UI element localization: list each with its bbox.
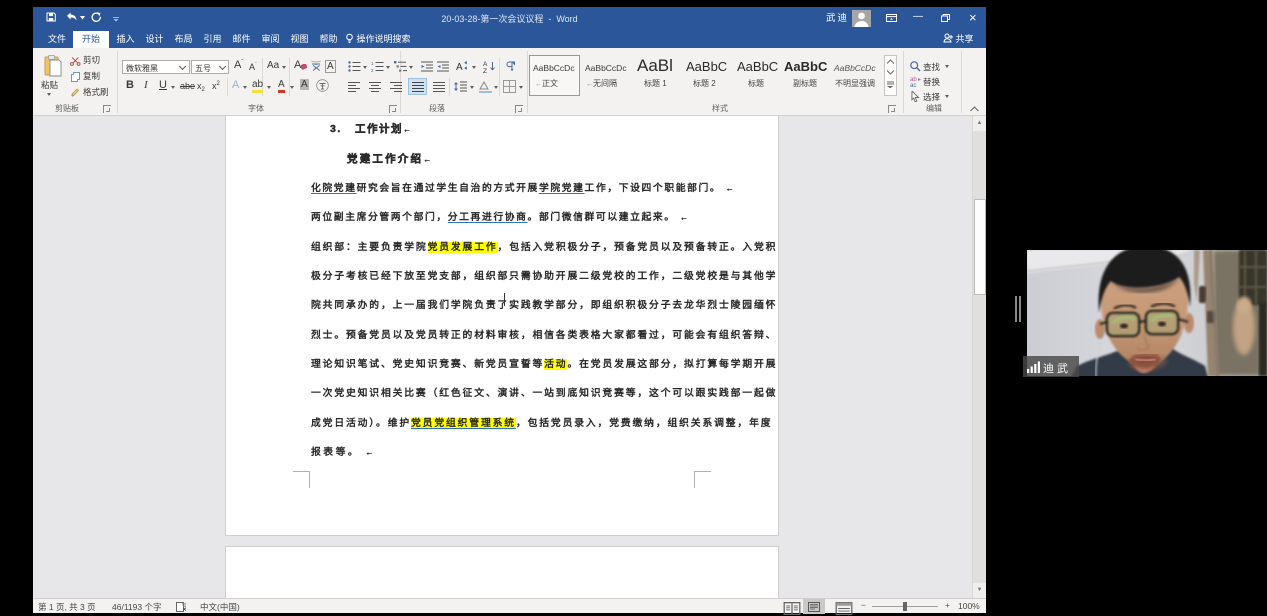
svg-text:ac: ac bbox=[910, 83, 916, 87]
svg-text:A: A bbox=[456, 62, 463, 73]
svg-text:Z: Z bbox=[483, 68, 487, 73]
svg-text:A: A bbox=[483, 61, 488, 68]
svg-text:1: 1 bbox=[371, 61, 374, 66]
svg-text:2: 2 bbox=[371, 68, 374, 72]
